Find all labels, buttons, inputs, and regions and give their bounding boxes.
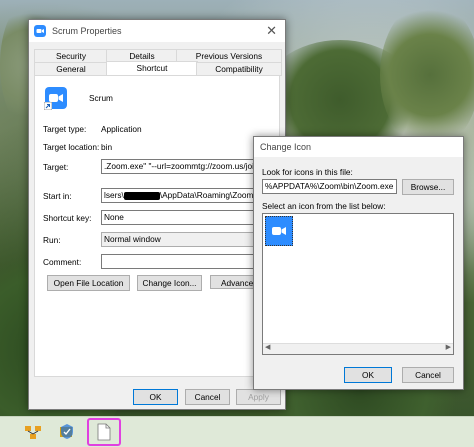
zoom-icon-option[interactable]: [265, 216, 293, 246]
shortcut-key-input[interactable]: None: [101, 210, 276, 225]
change-icon-dialog: Change Icon Look for icons in this file:…: [253, 136, 464, 390]
zoom-app-icon: [34, 25, 46, 37]
shortcut-arrow-icon: [44, 102, 52, 110]
target-label: Target:: [43, 162, 69, 172]
properties-title: Scrum Properties: [52, 26, 122, 36]
tab-security[interactable]: Security: [34, 49, 108, 63]
target-input[interactable]: .Zoom.exe" "--url=zoommtg://zoom.us/join…: [101, 159, 276, 174]
open-file-location-button[interactable]: Open File Location: [47, 275, 130, 291]
comment-input[interactable]: [101, 254, 276, 269]
shortcut-name: Scrum: [89, 93, 113, 103]
target-type-label: Target type:: [43, 124, 87, 134]
close-icon[interactable]: ✕: [266, 23, 277, 39]
target-location-value: bin: [101, 142, 113, 152]
run-select[interactable]: Normal window: [101, 232, 276, 247]
start-in-input[interactable]: lsers\ \AppData\Roaming\Zoom: [101, 188, 276, 203]
comment-label: Comment:: [43, 257, 82, 267]
start-in-suffix: \AppData\Roaming\Zoom: [159, 190, 254, 200]
cancel-button[interactable]: Cancel: [185, 389, 230, 405]
start-in-label: Start in:: [43, 191, 72, 201]
scroll-left-icon[interactable]: ◀: [265, 343, 270, 351]
taskbar: [0, 416, 474, 447]
tab-general[interactable]: General: [34, 62, 108, 76]
run-label: Run:: [43, 235, 61, 245]
target-type-value: Application: [101, 124, 142, 134]
change-icon-cancel-button[interactable]: Cancel: [402, 367, 454, 383]
foliage-right: [380, 0, 474, 150]
shortcut-tab-panel: Scrum Target type: Application Target lo…: [34, 75, 280, 377]
video-camera-icon: [272, 227, 286, 235]
properties-titlebar: Scrum Properties ✕: [29, 20, 285, 42]
icon-file-path-input[interactable]: %APPDATA%\Zoom\bin\Zoom.exe: [262, 179, 397, 194]
select-icon-label: Select an icon from the list below:: [262, 201, 386, 211]
network-icon[interactable]: [22, 421, 44, 443]
change-icon-title: Change Icon: [260, 142, 312, 152]
ok-button[interactable]: OK: [133, 389, 178, 405]
change-icon-titlebar: Change Icon: [254, 137, 463, 157]
security-icon[interactable]: [56, 421, 78, 443]
look-for-label: Look for icons in this file:: [262, 167, 353, 177]
tab-shortcut[interactable]: Shortcut: [106, 61, 198, 75]
properties-window: Scrum Properties ✕ Security Details Prev…: [28, 19, 286, 410]
change-icon-button[interactable]: Change Icon...: [137, 275, 202, 291]
redaction-mark: [123, 191, 160, 200]
scroll-right-icon[interactable]: ▶: [446, 343, 451, 351]
shortcut-zoom-icon: [44, 87, 67, 110]
target-location-label: Target location:: [43, 142, 100, 152]
icon-list[interactable]: ◀ ▶: [262, 213, 454, 355]
document-icon[interactable]: [87, 418, 121, 446]
tab-compatibility[interactable]: Compatibility: [196, 62, 282, 76]
browse-button[interactable]: Browse...: [402, 179, 454, 195]
shortcut-key-label: Shortcut key:: [43, 213, 92, 223]
start-in-prefix: lsers\: [104, 190, 124, 200]
apply-button[interactable]: Apply: [236, 389, 281, 405]
horizontal-scrollbar[interactable]: ◀ ▶: [263, 343, 453, 354]
change-icon-ok-button[interactable]: OK: [344, 367, 392, 383]
